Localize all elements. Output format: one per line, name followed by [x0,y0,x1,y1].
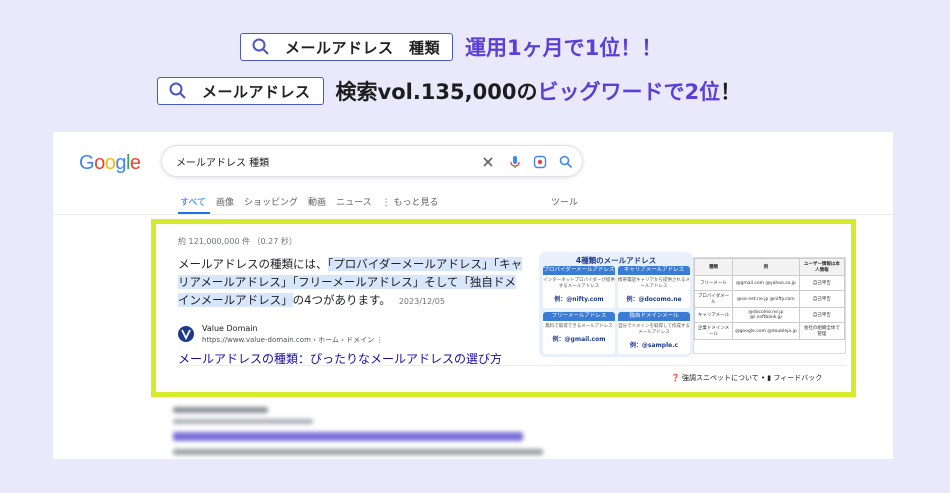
table-row: プロバイダメール @so-net.ne.jp @nifty.com 自己申告 [694,290,845,308]
source-name[interactable]: Value Domain [202,324,258,333]
tab-more[interactable]: ⋮ もっと見る [382,195,439,208]
infographic-card: フリーメールアドレス 無料で取得できるメールアドレス 例：@gmail.com [543,312,615,354]
site-favicon-icon [178,326,194,342]
email-type-table: 種類例ユーザー情報は本人情報 フリーメール @gmail.com @yahoo.c… [694,258,845,340]
tab-shopping[interactable]: ショッピング [244,195,298,208]
infographic-card: 独自ドメインメール 自分でドメインを取得して作成するメールアドレス 例：@sam… [618,312,690,354]
snippet-date: 2023/12/05 [398,297,445,306]
search-icon[interactable] [558,154,574,170]
microphone-icon[interactable] [507,154,523,170]
tab-images[interactable]: 画像 [216,195,234,208]
table-row: 企業ドメインメール @google.com @doubleja.jp 会社の組織全体… [694,322,845,340]
result-count: 約 121,000,000 件 （0.27 秒） [178,237,297,246]
search-icon [252,38,269,55]
blurred-result-snippet [173,449,543,455]
search-tabs: すべて 画像 ショッピング 動画 ニュース ⋮ もっと見る [180,195,449,208]
blurred-result-url [173,419,313,424]
ranking-text: 検索vol.135,000のビッグワードで2位！ [335,80,742,104]
google-serp: Google メールアドレス 種類 すべて 画像 ショッピング 動画 ニュース … [53,132,893,459]
table-row: キャリアメール @docomo.ne.jp @i.softbank.jp 自己申告 [694,307,845,323]
snippet-divider [178,365,846,366]
search-icon [169,82,186,99]
table-row: フリーメール @gmail.com @yahoo.co.jp 自己申告 [694,275,845,291]
header-divider [53,214,893,215]
keyword-text: メールアドレス [202,82,311,101]
headline-ranking-2: メールアドレス 検索vol.135,000のビッグワードで2位！ [157,76,950,106]
clear-icon[interactable] [480,154,496,170]
infographic-card: キャリアメールアドレス 携帯電話キャリアから提供されるメールアドレス 例：@do… [618,266,690,308]
headline-ranking-1: メールアドレス 種類 運用1ヶ月で1位！！ [240,32,950,62]
tab-videos[interactable]: 動画 [308,195,326,208]
snippet-answer: メールアドレスの種類には、「プロバイダーメールアドレス」「キャリアメールアドレス… [178,257,523,307]
infographic-title: 4種類のメールアドレス [575,256,657,265]
keyword-box-2: メールアドレス [157,77,324,105]
blurred-result-source [173,407,268,413]
ranking-text: 運用1ヶ月で1位！！ [465,36,663,60]
infographic-card: プロバイダーメールアドレス インターネットプロバイダーが提供するメールアドレス … [543,266,615,308]
snippet-image-infographic[interactable]: 4種類のメールアドレス プロバイダーメールアドレス インターネットプロバイダーが… [539,252,693,357]
source-url[interactable]: https://www.value-domain.com › ホーム › ドメイ… [202,335,383,345]
keyword-box-1: メールアドレス 種類 [240,33,454,61]
featured-snippet: 約 121,000,000 件 （0.27 秒） メールアドレスの種類には、「プ… [151,219,856,397]
search-bar[interactable]: メールアドレス 種類 [161,145,583,177]
tab-all[interactable]: すべて [180,195,206,208]
lens-icon[interactable] [532,154,548,170]
tab-news[interactable]: ニュース [336,195,372,208]
snippet-feedback[interactable]: ❓ 強調スニペットについて • ▮ フィードバック [671,373,822,383]
google-logo[interactable]: Google [79,152,141,175]
blurred-result-title [173,432,523,441]
search-query[interactable]: メールアドレス 種類 [176,154,269,169]
snippet-image-table[interactable]: 種類例ユーザー情報は本人情報 フリーメール @gmail.com @yahoo.c… [693,257,846,354]
table-header-row: 種類例ユーザー情報は本人情報 [694,258,845,276]
keyword-text: メールアドレス 種類 [285,38,441,57]
tools-button[interactable]: ツール [551,195,578,208]
